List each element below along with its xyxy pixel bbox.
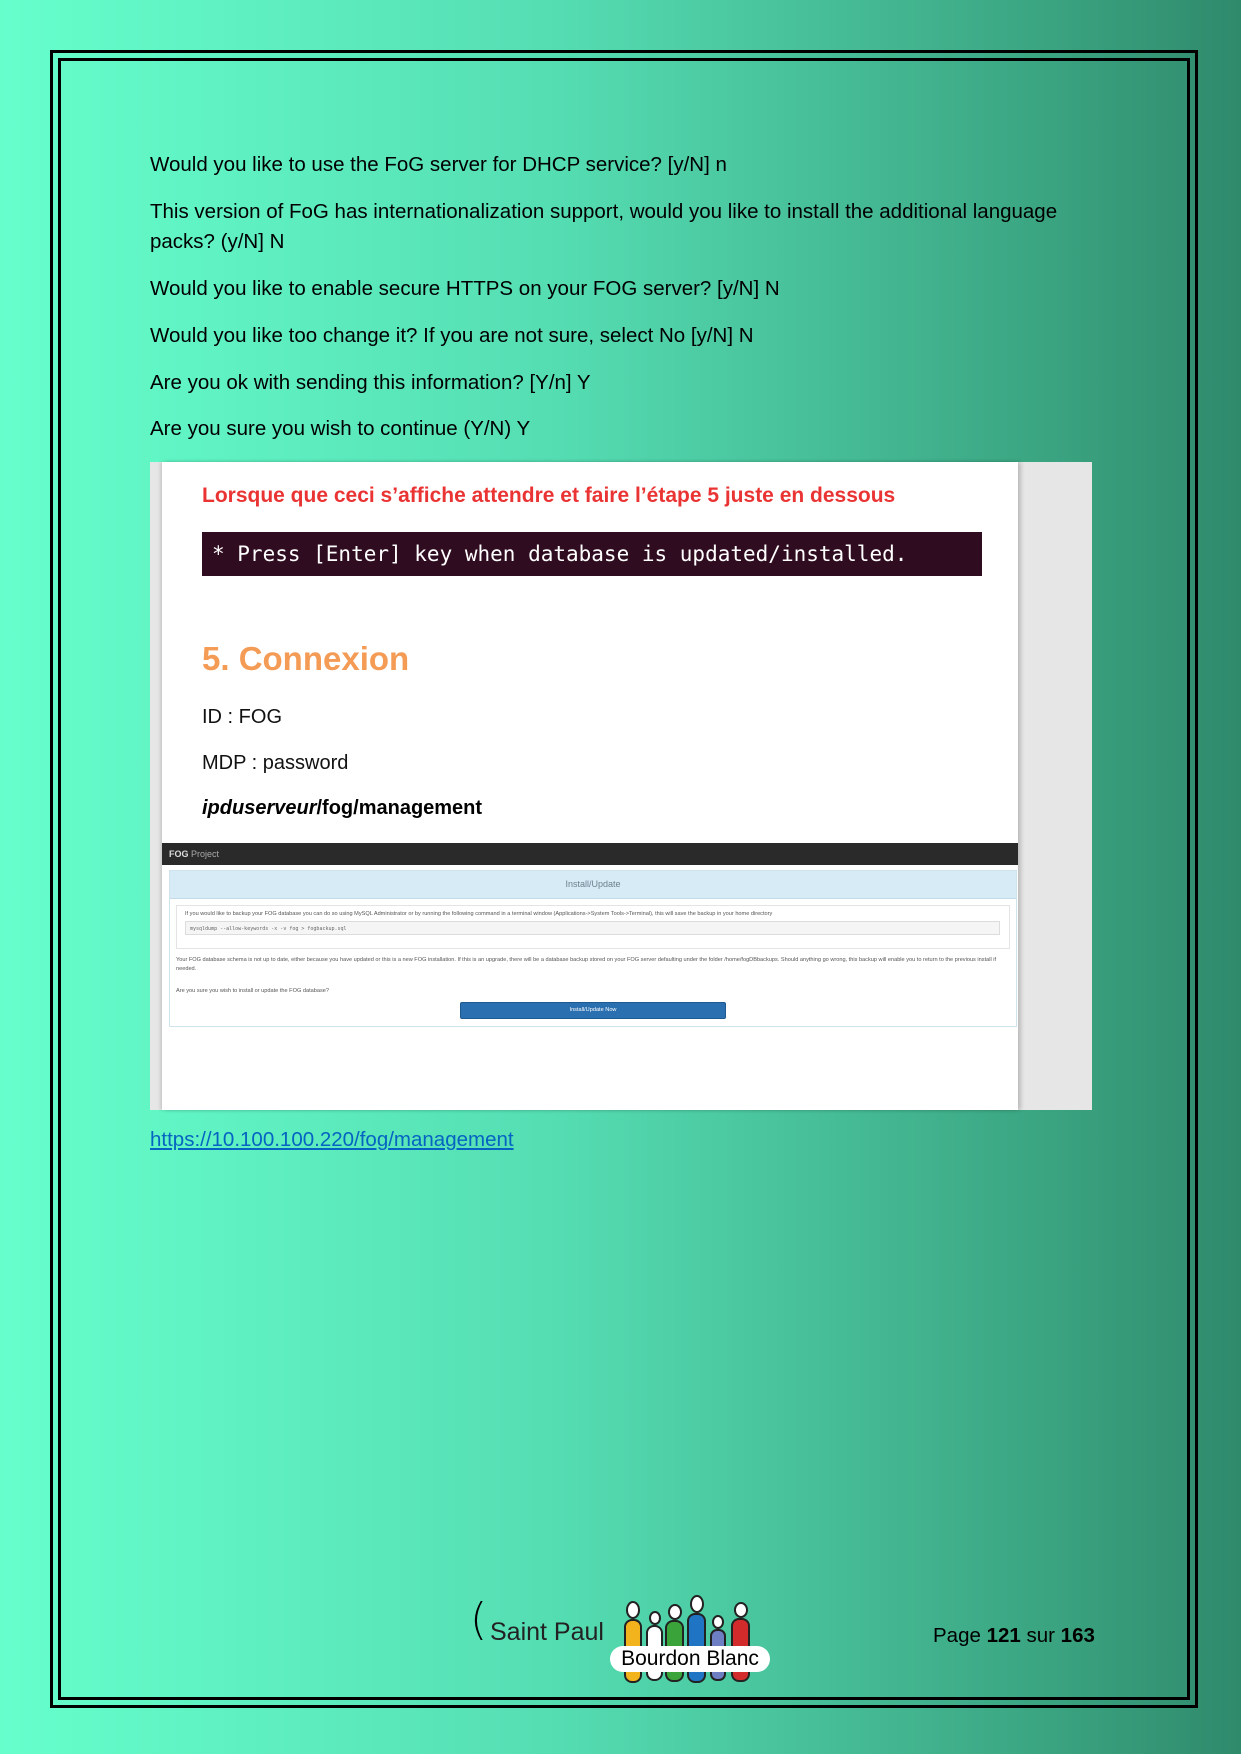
fog-navbar: FOG Project [162,843,1018,865]
management-link[interactable]: https://10.100.100.220/fog/management [150,1128,514,1152]
embedded-screenshot: Lorsque que ceci s’affiche attendre et f… [150,462,1092,1110]
school-logo: ( Saint Paul Bourdon Blanc [470,1590,770,1695]
prompt-continue: Are you sure you wish to continue (Y/N) … [150,417,531,440]
logo-text-right: Bourdon Blanc [610,1646,770,1672]
logo-paren: ( [470,1594,488,1645]
fog-backup-box: If you would like to backup your FOG dat… [176,905,1010,949]
url-path-part: /fog/management [316,797,483,819]
fog-backup-text: If you would like to backup your FOG dat… [185,911,773,917]
management-url: ipduserveur/fog/management [202,797,482,820]
instruction-note: Lorsque que ceci s’affiche attendre et f… [202,484,896,507]
fog-panel-title: Install/Update [170,871,1016,899]
fog-brand-rest: Project [188,849,220,859]
people-figures-icon [624,1595,750,1683]
fog-brand: FOG [169,849,189,859]
prompt-dhcp: Would you like to use the FoG server for… [150,153,727,176]
fog-schema-text: Your FOG database schema is not up to da… [176,957,997,972]
prompt-change: Would you like too change it? If you are… [150,324,754,347]
fog-install-panel: Install/Update If you would like to back… [169,870,1017,1027]
fog-backup-command: mysqldump --allow-keywords -x -v fog > f… [185,921,1000,935]
install-update-button[interactable]: Install/Update Now [460,1002,726,1019]
page-current: 121 [986,1624,1021,1647]
terminal-line: * Press [Enter] key when database is upd… [202,532,982,576]
page-mid: sur [1020,1624,1061,1647]
login-id: ID : FOG [202,706,282,728]
url-host-part: ipduserveur [202,797,317,819]
page-number: Page 121 sur 163 [933,1624,1095,1648]
fog-question: Are you sure you wish to install or upda… [176,988,329,994]
logo-text-left: Saint Paul [490,1618,604,1646]
page-prefix: Page [933,1624,987,1647]
embedded-document-page: Lorsque que ceci s’affiche attendre et f… [162,462,1018,1110]
login-password: MDP : password [202,752,349,774]
page-total: 163 [1060,1624,1095,1647]
prompt-https: Would you like to enable secure HTTPS on… [150,277,780,300]
section-title: 5. Connexion [202,640,410,677]
prompt-send-info: Are you ok with sending this information… [150,371,591,394]
prompt-language-packs: This version of FoG has internationaliza… [150,200,1058,253]
